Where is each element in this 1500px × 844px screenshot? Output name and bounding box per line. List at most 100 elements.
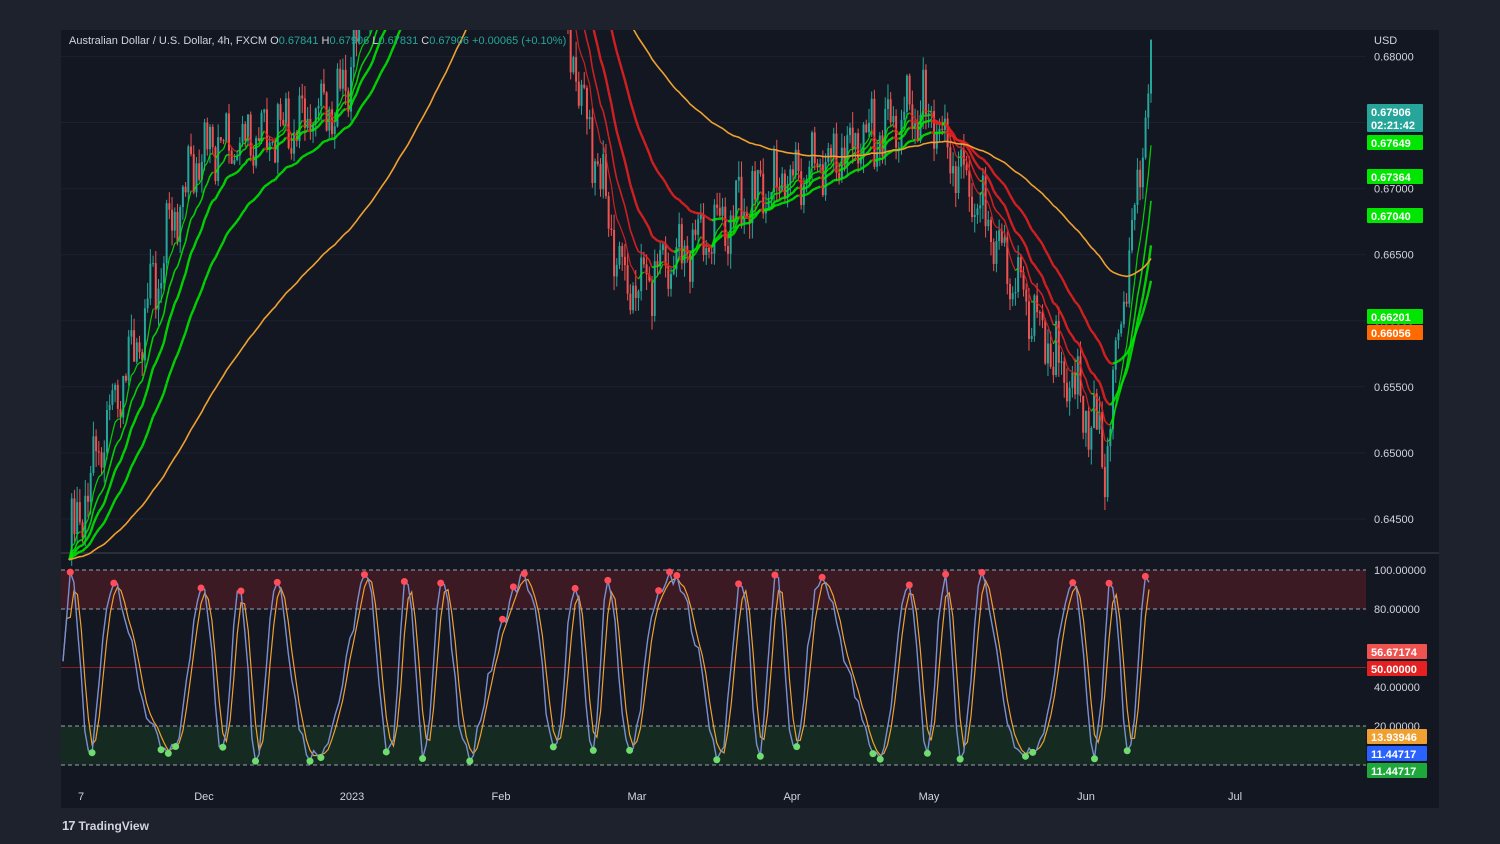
moving-average-segment bbox=[1090, 371, 1095, 376]
candle bbox=[1120, 321, 1123, 337]
candle bbox=[192, 145, 195, 195]
moving-average-segment bbox=[122, 480, 128, 487]
candle bbox=[567, 30, 569, 35]
candle-body bbox=[588, 117, 591, 120]
candle-body bbox=[1065, 382, 1068, 402]
moving-average-segment bbox=[138, 405, 144, 411]
moving-average-segment bbox=[1144, 225, 1150, 246]
moving-average-segment bbox=[778, 201, 783, 206]
candle-body bbox=[903, 111, 906, 120]
candle bbox=[873, 89, 876, 170]
moving-average-segment bbox=[155, 327, 160, 334]
moving-average-segment bbox=[170, 359, 176, 369]
moving-average-segment bbox=[616, 218, 621, 225]
chart-canvas[interactable]: 0.680000.675000.670000.665000.660000.655… bbox=[61, 30, 1439, 808]
moving-average-segment bbox=[162, 330, 168, 343]
moving-average-segment bbox=[653, 165, 659, 172]
candle-body bbox=[211, 126, 214, 148]
candle bbox=[1125, 293, 1128, 307]
moving-average-segment bbox=[792, 180, 797, 187]
candle-body bbox=[322, 83, 325, 93]
candle-body bbox=[135, 342, 138, 362]
stochastic-trough-dot bbox=[1091, 755, 1099, 763]
candle-body bbox=[594, 161, 597, 183]
moving-average-segment bbox=[615, 131, 621, 142]
stochastic-trough-dot bbox=[88, 749, 96, 757]
candle-body bbox=[813, 132, 816, 164]
chart-frame[interactable]: 0.680000.675000.670000.665000.660000.655… bbox=[61, 30, 1439, 808]
moving-average-segment bbox=[1039, 291, 1044, 296]
candle-body bbox=[1139, 169, 1142, 188]
candle-body bbox=[95, 436, 98, 452]
tradingview-logo[interactable]: 17 TradingView bbox=[62, 818, 149, 833]
moving-average-segment bbox=[1136, 282, 1141, 297]
stochastic-tag-value: 11.44717 bbox=[1371, 766, 1416, 778]
candle bbox=[108, 394, 111, 421]
candle-body bbox=[721, 206, 724, 216]
moving-average-segment bbox=[631, 193, 637, 203]
moving-average-segment bbox=[226, 153, 230, 156]
candle bbox=[339, 59, 342, 92]
candle bbox=[973, 203, 976, 233]
candle-body bbox=[154, 263, 157, 310]
moving-average-segment bbox=[117, 438, 122, 443]
moving-average-segment bbox=[588, 50, 594, 69]
moving-average-segment bbox=[1098, 341, 1104, 349]
candle bbox=[255, 135, 258, 169]
candle bbox=[1065, 368, 1068, 408]
moving-average-segment bbox=[272, 178, 276, 182]
candle-body bbox=[1052, 366, 1055, 376]
candle bbox=[309, 104, 312, 140]
candle-body bbox=[293, 132, 296, 154]
candle-body bbox=[73, 498, 76, 535]
moving-average-segment bbox=[1141, 281, 1147, 298]
moving-average-segment bbox=[995, 210, 1000, 215]
moving-average-segment bbox=[252, 196, 258, 202]
moving-average-segment bbox=[597, 128, 602, 143]
moving-average-segment bbox=[203, 183, 209, 190]
moving-average-segment bbox=[108, 505, 114, 513]
candle-body bbox=[754, 171, 757, 200]
candle-body bbox=[1025, 289, 1028, 302]
moving-average-segment bbox=[331, 137, 336, 141]
candle bbox=[1090, 426, 1093, 465]
moving-average-segment bbox=[139, 361, 143, 364]
moving-average-segment bbox=[171, 270, 176, 280]
moving-average-segment bbox=[147, 321, 151, 339]
candle bbox=[623, 243, 626, 281]
candle-body bbox=[615, 264, 618, 277]
change-value: +0.00065 (+0.10%) bbox=[472, 35, 567, 47]
candle-body bbox=[990, 219, 993, 243]
price-axis-tick: 0.68000 bbox=[1374, 51, 1414, 63]
moving-average-segment bbox=[84, 545, 89, 550]
candle bbox=[1052, 351, 1055, 384]
moving-average-segment bbox=[1139, 221, 1144, 241]
moving-average-segment bbox=[168, 279, 173, 288]
moving-average-segment bbox=[1001, 217, 1006, 221]
candle bbox=[1106, 437, 1109, 502]
candle-body bbox=[217, 137, 220, 181]
moving-average-segment bbox=[304, 152, 309, 157]
moving-average-segment bbox=[236, 168, 241, 174]
candle-body bbox=[935, 131, 938, 149]
moving-average-segment bbox=[941, 122, 946, 126]
close-value: 0.67906 bbox=[429, 35, 469, 47]
candle-body bbox=[171, 209, 174, 231]
stochastic-peak-dot bbox=[1141, 572, 1149, 580]
candle bbox=[1150, 39, 1152, 103]
moving-average-segment bbox=[149, 416, 155, 425]
moving-average-segment bbox=[124, 473, 130, 482]
moving-average-segment bbox=[114, 464, 119, 472]
price-axis-tick: 0.66500 bbox=[1374, 250, 1414, 262]
moving-average-segment bbox=[621, 70, 627, 81]
candle-body bbox=[992, 242, 995, 264]
moving-average-segment bbox=[339, 128, 344, 134]
price-tag-value: 0.67649 bbox=[1371, 138, 1411, 150]
moving-average-segment bbox=[238, 165, 244, 171]
candle-body bbox=[165, 203, 168, 264]
candle-body bbox=[1011, 293, 1014, 300]
candle bbox=[751, 165, 754, 239]
candle-body bbox=[222, 140, 225, 142]
stochastic-trough-dot bbox=[589, 746, 597, 754]
moving-average-segment bbox=[675, 197, 680, 201]
